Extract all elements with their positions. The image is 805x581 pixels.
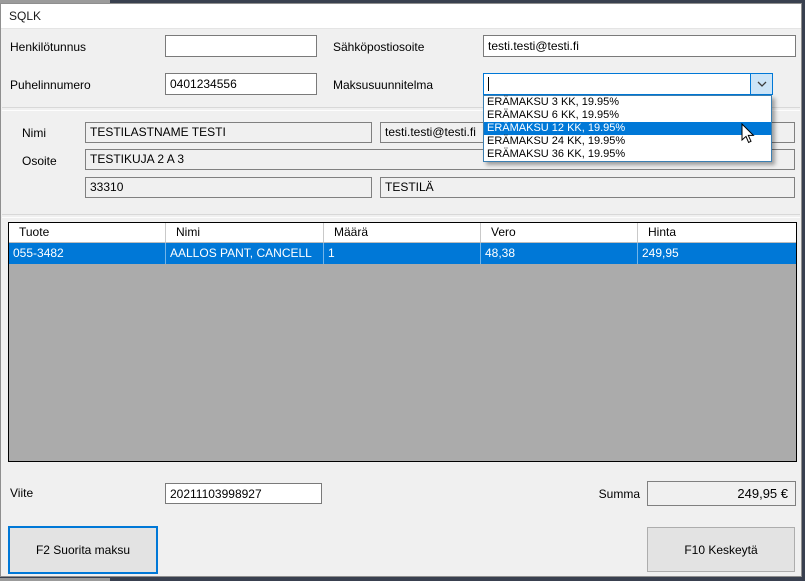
table-header-row: Tuote Nimi Määrä Vero Hinta (9, 223, 796, 243)
maksusuunnitelma-combobox[interactable] (483, 73, 773, 95)
column-header-tuote: Tuote (9, 223, 166, 242)
title-bar: SQLK (1, 4, 801, 29)
column-header-hinta: Hinta (638, 223, 796, 242)
customer-city-field: TESTILÄ (380, 177, 795, 198)
dropdown-option[interactable]: ERÄMAKSU 6 KK, 19.95% (484, 109, 771, 122)
sahkopostiosoite-input[interactable] (483, 35, 796, 57)
chevron-down-icon (757, 81, 767, 87)
viite-input[interactable] (165, 483, 322, 504)
column-header-vero: Vero (481, 223, 638, 242)
dropdown-option[interactable]: ERÄMAKSU 36 KK, 19.95% (484, 148, 771, 161)
products-table[interactable]: Tuote Nimi Määrä Vero Hinta 055-3482 AAL… (8, 222, 797, 462)
viite-label: Viite (10, 486, 33, 500)
customer-postal-code-field: 33310 (85, 177, 372, 198)
column-header-maara: Määrä (324, 223, 481, 242)
cell-hinta: 249,95 (638, 243, 796, 264)
section-separator-2 (2, 214, 800, 218)
dropdown-option[interactable]: ERÄMAKSU 3 KK, 19.95% (484, 96, 771, 109)
maksusuunnitelma-dropdown-list: ERÄMAKSU 3 KK, 19.95% ERÄMAKSU 6 KK, 19.… (483, 95, 772, 162)
sahkopostiosoite-label: Sähköpostiosoite (333, 40, 424, 54)
puhelinnumero-label: Puhelinnumero (10, 78, 91, 92)
cell-maara: 1 (324, 243, 481, 264)
text-caret (488, 77, 489, 91)
summa-field: 249,95 € (647, 481, 796, 506)
henkilotunnus-label: Henkilötunnus (10, 40, 86, 54)
cell-vero: 48,38 (481, 243, 638, 264)
table-row[interactable]: 055-3482 AALLOS PANT, CANCELL 1 48,38 24… (9, 243, 796, 264)
nimi-label: Nimi (22, 126, 46, 140)
cell-tuote: 055-3482 (9, 243, 166, 264)
summa-label: Summa (585, 487, 640, 501)
henkilotunnus-input[interactable] (165, 35, 317, 57)
column-header-nimi: Nimi (166, 223, 324, 242)
osoite-label: Osoite (22, 154, 57, 168)
maksusuunnitelma-label: Maksusuunnitelma (333, 78, 433, 92)
dropdown-option[interactable]: ERÄMAKSU 12 KK, 19.95% (484, 122, 771, 135)
cancel-button[interactable]: F10 Keskeytä (647, 527, 795, 572)
mouse-cursor-icon (741, 123, 755, 144)
customer-name-field: TESTILASTNAME TESTI (85, 122, 372, 143)
puhelinnumero-input[interactable] (165, 73, 317, 95)
screen: SQLK Henkilötunnus Sähköpostiosoite Puhe… (0, 0, 805, 581)
dropdown-option[interactable]: ERÄMAKSU 24 KK, 19.95% (484, 135, 771, 148)
cell-nimi: AALLOS PANT, CANCELL (166, 243, 324, 264)
submit-payment-button[interactable]: F2 Suorita maksu (8, 526, 158, 574)
combo-dropdown-button[interactable] (750, 74, 772, 94)
window-title: SQLK (9, 9, 41, 23)
